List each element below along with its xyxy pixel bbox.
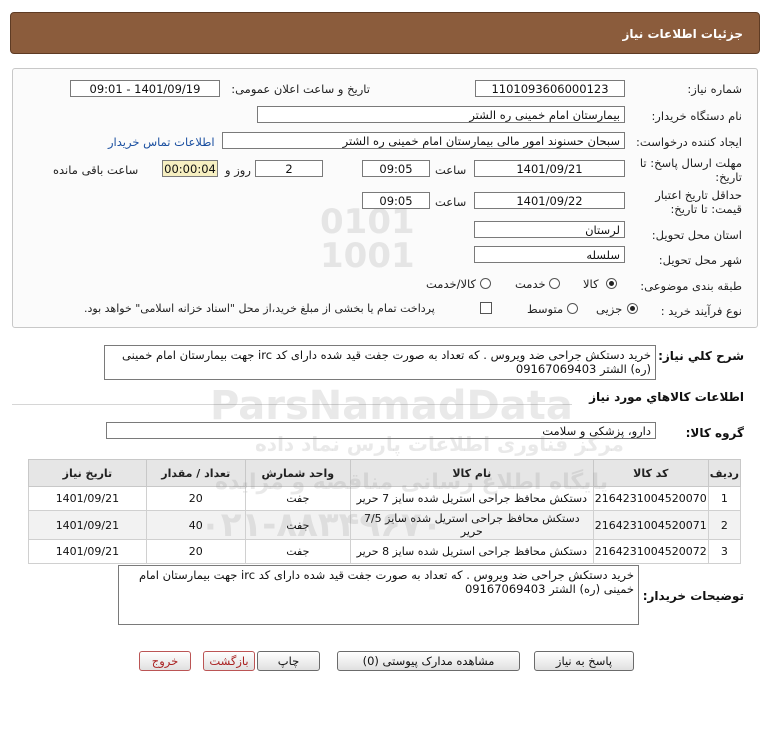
- cell-name: دستکش محافظ جراحی استریل شده سایز 8 حریر: [349, 539, 594, 564]
- col-name: نام کالا: [349, 459, 594, 487]
- announce-datetime-field: 1401/09/19 - 09:01: [70, 80, 220, 97]
- table-row: 1 2164231004520070 دستکش محافظ جراحی است…: [28, 486, 742, 511]
- response-time-field: 09:05: [362, 160, 430, 177]
- cell-row: 1: [707, 486, 742, 511]
- category-label: طبقه بندی موضوعی:: [640, 279, 742, 293]
- cell-unit: جفت: [244, 539, 351, 564]
- province-label: استان محل تحویل:: [651, 228, 742, 242]
- city-field: سلسله: [474, 246, 625, 263]
- cell-qty: 40: [145, 510, 246, 540]
- price-validity-date-field: 1401/09/22: [474, 192, 625, 209]
- purchase-radio-medium[interactable]: [567, 303, 578, 314]
- col-row: ردیف: [707, 459, 742, 487]
- response-days-field: 2: [255, 160, 323, 177]
- section-divider: [12, 404, 572, 405]
- response-date-field: 1401/09/21: [474, 160, 625, 177]
- response-time-label: ساعت: [435, 163, 467, 177]
- need-number-label: شماره نیاز:: [687, 82, 742, 96]
- page-header: جزئیات اطلاعات نیاز: [10, 12, 760, 54]
- purchase-option-medium: متوسط: [527, 302, 564, 316]
- requester-field: سبحان حسنوند امور مالی بیمارستان امام خم…: [222, 132, 625, 149]
- buyer-notes-text: خرید دستکش جراحی ضد ویروس . که تعداد به …: [118, 565, 639, 625]
- exit-button[interactable]: خروج: [139, 651, 191, 671]
- buyer-notes-label: توضیحات خریدار:: [642, 589, 744, 603]
- remaining-time-label: ساعت باقی مانده: [53, 163, 139, 177]
- cell-qty: 20: [145, 539, 246, 564]
- col-unit: واحد شمارش: [244, 459, 351, 487]
- response-days-label: روز و: [225, 163, 251, 177]
- goods-group-label: گروه کالا:: [685, 426, 744, 440]
- response-deadline-label-1: مهلت ارسال پاسخ: تا: [639, 156, 742, 170]
- view-attachments-button[interactable]: مشاهده مدارک پیوستی (0): [337, 651, 520, 671]
- cell-name: دستکش محافظ جراحی استریل شده سایز 7/5 حر…: [349, 510, 594, 540]
- cell-row: 3: [707, 539, 742, 564]
- category-option-service: خدمت: [515, 277, 546, 291]
- cell-row: 2: [707, 510, 742, 540]
- items-table: ردیف کد کالا نام کالا واحد شمارش تعداد /…: [28, 459, 742, 564]
- buyer-contact-link[interactable]: اطلاعات تماس خریدار: [108, 135, 215, 149]
- table-row: 3 2164231004520072 دستکش محافظ جراحی است…: [28, 539, 742, 564]
- buyer-org-field: بیمارستان امام خمینی ره الشتر: [257, 106, 625, 123]
- goods-group-field: دارو، پزشکی و سلامت: [106, 422, 656, 439]
- category-option-goods-service: کالا/خدمت: [426, 277, 477, 291]
- cell-code: 2164231004520070: [592, 486, 709, 511]
- cell-unit: جفت: [244, 486, 351, 511]
- city-label: شهر محل تحویل:: [658, 253, 742, 267]
- treasury-bonds-text: پرداخت تمام یا بخشی از مبلغ خرید،از محل …: [84, 302, 435, 315]
- print-button[interactable]: چاپ: [257, 651, 320, 671]
- treasury-bonds-checkbox[interactable]: [480, 302, 492, 314]
- need-number-field: 1101093606000123: [475, 80, 625, 97]
- cell-qty: 20: [145, 486, 246, 511]
- category-option-goods: کالا: [583, 277, 599, 291]
- price-validity-time-label: ساعت: [435, 195, 467, 209]
- cell-date: 1401/09/21: [28, 486, 147, 511]
- general-description-text: خرید دستکش جراحی ضد ویروس . که تعداد به …: [104, 345, 656, 380]
- price-validity-label-1: حداقل تاریخ اعتبار: [655, 188, 742, 202]
- general-description-label: شرح كلي نياز:: [658, 349, 744, 363]
- announce-datetime-label: تاریخ و ساعت اعلان عمومی:: [231, 82, 370, 96]
- buyer-org-label: نام دستگاه خریدار:: [651, 109, 742, 123]
- price-validity-label-2: قیمت: تا تاریخ:: [670, 202, 742, 216]
- province-field: لرستان: [474, 221, 625, 238]
- col-qty: تعداد / مقدار: [145, 459, 246, 487]
- col-date: تاریخ نیاز: [28, 459, 147, 487]
- cell-date: 1401/09/21: [28, 539, 147, 564]
- cell-code: 2164231004520072: [592, 539, 709, 564]
- category-radio-goods-service[interactable]: [480, 278, 491, 289]
- requester-label: ایجاد کننده درخواست:: [636, 135, 742, 149]
- purchase-option-minor: جزیی: [596, 302, 623, 316]
- goods-info-title: اطلاعات كالاهاي مورد نياز: [589, 390, 744, 404]
- cell-unit: جفت: [244, 510, 351, 540]
- cell-name: دستکش محافظ جراحی استریل شده سایز 7 حریر: [349, 486, 594, 511]
- remaining-time-field: 00:00:04: [162, 160, 218, 177]
- category-radio-service[interactable]: [549, 278, 560, 289]
- table-header-row: ردیف کد کالا نام کالا واحد شمارش تعداد /…: [28, 459, 742, 487]
- reply-button[interactable]: پاسخ به نیاز: [534, 651, 634, 671]
- col-code: کد کالا: [592, 459, 709, 487]
- purchase-type-label: نوع فرآیند خرید :: [660, 304, 742, 318]
- back-button[interactable]: بازگشت: [203, 651, 255, 671]
- price-validity-time-field: 09:05: [362, 192, 430, 209]
- cell-date: 1401/09/21: [28, 510, 147, 540]
- response-deadline-label-2: تاریخ:: [715, 170, 742, 184]
- purchase-radio-minor[interactable]: [627, 303, 638, 314]
- cell-code: 2164231004520071: [592, 510, 709, 540]
- table-row: 2 2164231004520071 دستکش محافظ جراحی است…: [28, 510, 742, 540]
- category-radio-goods[interactable]: [606, 278, 617, 289]
- page-title: جزئیات اطلاعات نیاز: [622, 27, 743, 41]
